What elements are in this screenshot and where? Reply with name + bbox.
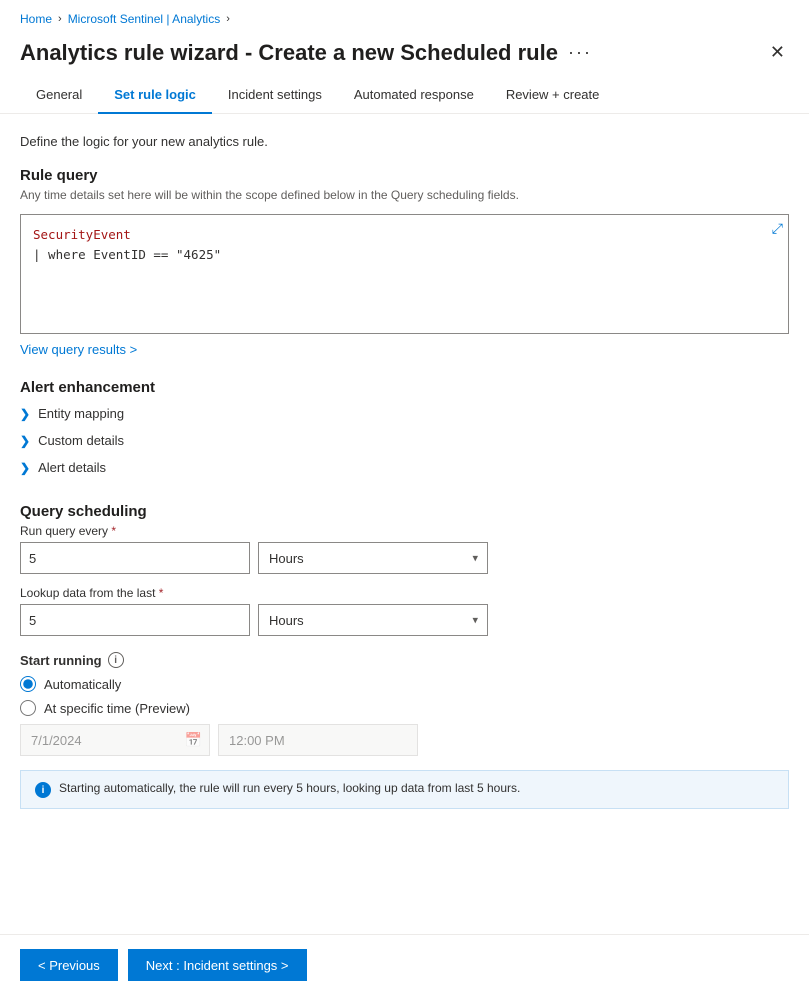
page-title-row: Analytics rule wizard - Create a new Sch… xyxy=(0,34,809,79)
entity-mapping-label: Entity mapping xyxy=(38,406,124,421)
close-button[interactable]: ✕ xyxy=(766,38,789,67)
run-query-every-label: Run query every * xyxy=(20,524,789,538)
rule-query-section: Rule query Any time details set here wil… xyxy=(20,167,789,379)
tab-incident-settings[interactable]: Incident settings xyxy=(212,79,338,114)
lookup-data-value-input[interactable] xyxy=(20,604,250,636)
top-bar: Home › Microsoft Sentinel | Analytics › xyxy=(0,0,809,34)
query-line-1: SecurityEvent xyxy=(33,225,776,245)
view-query-results-link[interactable]: View query results > xyxy=(20,342,137,357)
tab-set-rule-logic[interactable]: Set rule logic xyxy=(98,79,212,114)
automatically-radio[interactable] xyxy=(20,676,36,692)
breadcrumb-sep2: › xyxy=(226,13,230,25)
alert-enhancement-section: Alert enhancement ❯ Entity mapping ❯ Cus… xyxy=(20,379,789,481)
specific-time-radio[interactable] xyxy=(20,700,36,716)
info-box-icon: i xyxy=(35,782,51,798)
page-description: Define the logic for your new analytics … xyxy=(20,134,789,149)
query-scheduling-section: Query scheduling Run query every * Hours… xyxy=(20,503,789,636)
lookup-data-label: Lookup data from the last * xyxy=(20,586,789,600)
expand-icon[interactable]: ⤢ xyxy=(772,220,783,237)
page-title: Analytics rule wizard - Create a new Sch… xyxy=(20,40,592,66)
breadcrumb-sep1: › xyxy=(58,13,62,25)
date-input xyxy=(20,724,210,756)
lookup-data-unit-wrapper: Hours Minutes Days ▾ xyxy=(258,604,488,636)
run-query-every-inputs: Hours Minutes Days ▾ xyxy=(20,542,789,574)
lookup-data-unit-select[interactable]: Hours Minutes Days xyxy=(258,604,488,636)
alert-enhancement-title: Alert enhancement xyxy=(20,379,789,396)
start-running-info-icon[interactable]: i xyxy=(108,652,124,668)
run-query-every-value-input[interactable] xyxy=(20,542,250,574)
automatically-option: Automatically xyxy=(20,676,789,692)
tab-automated-response[interactable]: Automated response xyxy=(338,79,490,114)
breadcrumb: Home › Microsoft Sentinel | Analytics › xyxy=(20,12,230,26)
automatically-label[interactable]: Automatically xyxy=(44,677,121,692)
alert-details-label: Alert details xyxy=(38,460,106,475)
query-editor[interactable]: SecurityEvent | where EventID == "4625" xyxy=(20,214,789,334)
specific-time-label[interactable]: At specific time (Preview) xyxy=(44,701,190,716)
tab-bar: General Set rule logic Incident settings… xyxy=(0,79,809,114)
query-line-2: | where EventID == "4625" xyxy=(33,245,776,265)
alert-details-chevron: ❯ xyxy=(20,461,30,475)
rule-query-title: Rule query xyxy=(20,167,789,184)
breadcrumb-sentinel[interactable]: Microsoft Sentinel | Analytics xyxy=(68,12,221,26)
datetime-row: 📅 xyxy=(20,724,789,756)
ellipsis-menu[interactable]: ··· xyxy=(568,42,592,63)
custom-details-chevron: ❯ xyxy=(20,434,30,448)
start-running-section: Start running i Automatically At specifi… xyxy=(20,652,789,756)
rule-query-subtitle: Any time details set here will be within… xyxy=(20,188,789,202)
next-button[interactable]: Next : Incident settings > xyxy=(128,949,307,981)
entity-mapping-row[interactable]: ❯ Entity mapping xyxy=(20,400,789,427)
custom-details-label: Custom details xyxy=(38,433,124,448)
query-scheduling-title: Query scheduling xyxy=(20,503,789,520)
lookup-data-inputs: Hours Minutes Days ▾ xyxy=(20,604,789,636)
alert-details-row[interactable]: ❯ Alert details xyxy=(20,454,789,481)
custom-details-row[interactable]: ❯ Custom details xyxy=(20,427,789,454)
breadcrumb-home[interactable]: Home xyxy=(20,12,52,26)
tab-review-create[interactable]: Review + create xyxy=(490,79,616,114)
content-area: Define the logic for your new analytics … xyxy=(0,114,809,934)
info-box-text: Starting automatically, the rule will ru… xyxy=(59,781,520,795)
start-running-label: Start running i xyxy=(20,652,789,668)
info-box: i Starting automatically, the rule will … xyxy=(20,770,789,809)
lookup-data-field: Lookup data from the last * Hours Minute… xyxy=(20,586,789,636)
run-query-every-field: Run query every * Hours Minutes Days ▾ xyxy=(20,524,789,574)
previous-button[interactable]: < Previous xyxy=(20,949,118,981)
entity-mapping-chevron: ❯ xyxy=(20,407,30,421)
run-query-every-unit-select[interactable]: Hours Minutes Days xyxy=(258,542,488,574)
page-title-text: Analytics rule wizard - Create a new Sch… xyxy=(20,40,558,66)
footer: < Previous Next : Incident settings > xyxy=(0,934,809,995)
query-editor-wrapper: SecurityEvent | where EventID == "4625" … xyxy=(20,214,789,334)
start-running-text: Start running xyxy=(20,653,102,668)
specific-time-option: At specific time (Preview) xyxy=(20,700,789,716)
time-input xyxy=(218,724,418,756)
date-input-wrapper: 📅 xyxy=(20,724,210,756)
run-query-every-unit-wrapper: Hours Minutes Days ▾ xyxy=(258,542,488,574)
tab-general[interactable]: General xyxy=(20,79,98,114)
